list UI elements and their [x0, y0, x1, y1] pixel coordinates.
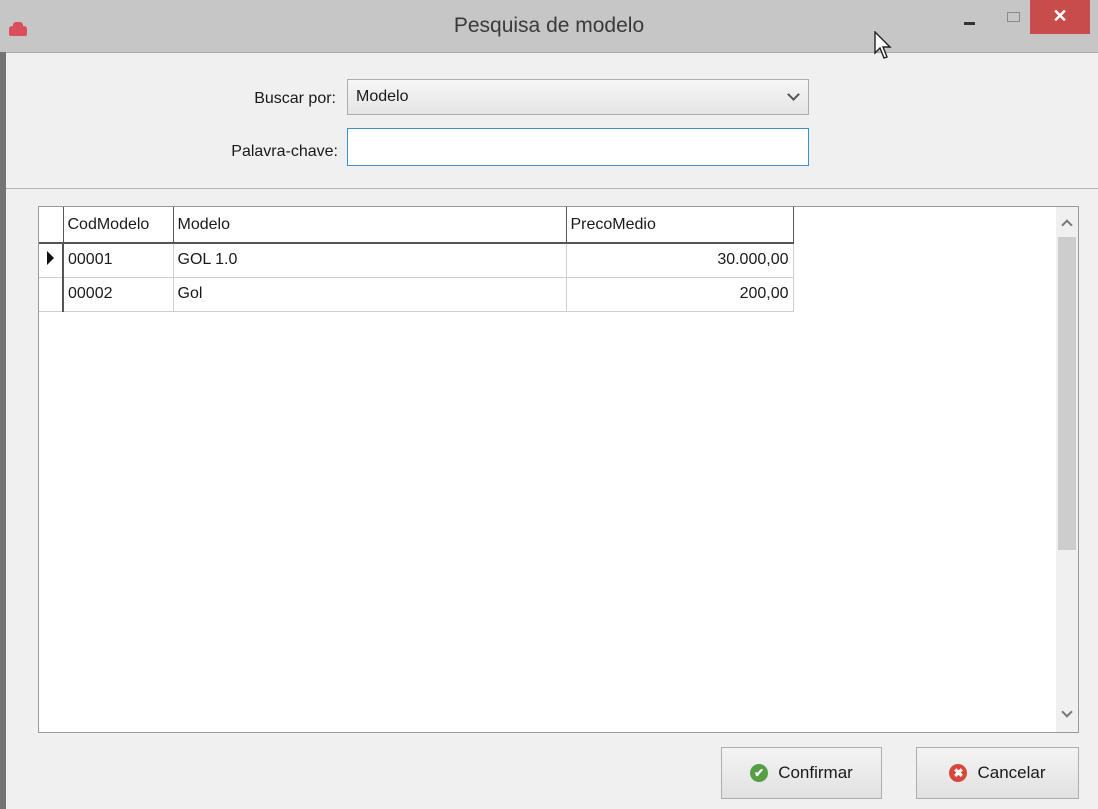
minimize-button[interactable]: [952, 0, 990, 34]
table-row[interactable]: 00002 Gol 200,00: [39, 277, 794, 312]
search-by-select[interactable]: Modelo: [347, 79, 809, 115]
vertical-scrollbar[interactable]: [1056, 207, 1078, 732]
confirm-button[interactable]: ✔ Confirmar: [721, 747, 882, 799]
cell-modelo[interactable]: Gol: [173, 277, 567, 312]
column-header-codmodelo[interactable]: CodModelo: [63, 207, 174, 244]
results-table: CodModelo Modelo PrecoMedio 00001 GOL 1.…: [39, 207, 794, 312]
x-circle-icon: ✖: [949, 764, 968, 782]
current-row-arrow-icon: [47, 250, 54, 265]
check-circle-icon: ✔: [750, 764, 769, 782]
scroll-down-icon[interactable]: [1061, 706, 1073, 718]
close-button[interactable]: ✕: [1030, 0, 1090, 34]
mouse-cursor-icon: [874, 31, 892, 59]
cell-codmodelo[interactable]: 00001: [63, 243, 174, 278]
window-title: Pesquisa de modelo: [453, 14, 645, 37]
chevron-down-icon: [787, 88, 800, 101]
close-icon: ✕: [1052, 6, 1068, 26]
scroll-thumb[interactable]: [1058, 237, 1076, 550]
search-form: [6, 53, 1098, 189]
cancel-button[interactable]: ✖ Cancelar: [916, 747, 1079, 799]
title-bar[interactable]: Pesquisa de modelo ✕: [0, 0, 1098, 53]
confirm-label: Confirmar: [778, 763, 853, 782]
row-indicator: [39, 243, 64, 278]
column-header-precomedio[interactable]: PrecoMedio: [566, 207, 794, 244]
scroll-up-icon[interactable]: [1061, 219, 1073, 231]
cancel-label: Cancelar: [977, 763, 1046, 782]
cell-precomedio[interactable]: 200,00: [566, 277, 794, 312]
cell-codmodelo[interactable]: 00002: [63, 277, 174, 312]
cell-precomedio[interactable]: 30.000,00: [566, 243, 794, 278]
row-indicator: [39, 277, 64, 312]
keyword-input[interactable]: [347, 128, 809, 166]
cell-modelo[interactable]: GOL 1.0: [173, 243, 567, 278]
search-by-label: Buscar por:: [254, 90, 336, 107]
table-row[interactable]: 00001 GOL 1.0 30.000,00: [39, 243, 794, 278]
column-header-modelo[interactable]: Modelo: [173, 207, 567, 244]
search-by-value: Modelo: [356, 88, 409, 105]
row-indicator-header: [39, 207, 64, 244]
results-grid[interactable]: CodModelo Modelo PrecoMedio 00001 GOL 1.…: [38, 206, 1079, 733]
keyword-label: Palavra-chave:: [231, 143, 338, 160]
grid-header-row: CodModelo Modelo PrecoMedio: [39, 207, 794, 244]
